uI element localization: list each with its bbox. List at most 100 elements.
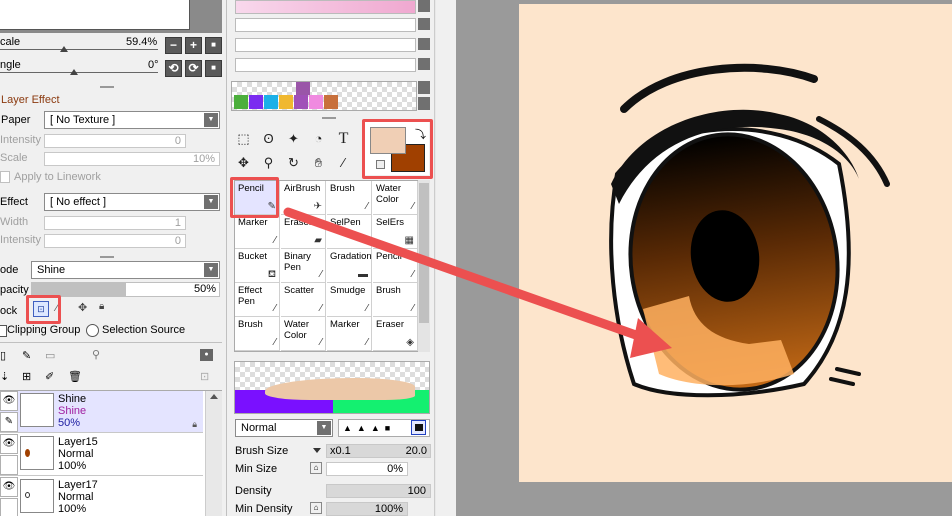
scale-slider-thumb[interactable] xyxy=(60,46,68,52)
color-swatch[interactable] xyxy=(264,95,278,109)
pen-icon[interactable]: ✎ xyxy=(0,412,18,432)
color-swatch[interactable] xyxy=(324,95,338,109)
mini-scroll-3[interactable] xyxy=(418,38,430,50)
mini-scroll-4[interactable] xyxy=(418,58,430,70)
brush-slot[interactable]: Eraser ▰ xyxy=(281,215,326,249)
brush-slot[interactable]: Water Color ⁄ xyxy=(281,317,326,351)
rotate-left-button[interactable]: ⟲ xyxy=(165,60,182,77)
selection-source-radio[interactable] xyxy=(86,324,99,337)
brush-slot[interactable]: Marker ⁄ xyxy=(235,215,280,249)
rectangle-select-icon[interactable]: ⬚ xyxy=(233,128,254,149)
clipping-group-checkbox[interactable] xyxy=(0,325,7,337)
rotate-icon[interactable]: ↻ xyxy=(283,152,304,173)
mini-scroll-2[interactable] xyxy=(418,18,430,30)
lock-move-icon[interactable]: ✥ xyxy=(78,301,87,314)
scale-slider[interactable] xyxy=(0,49,158,50)
color-swatch[interactable] xyxy=(234,95,248,109)
brush-slot[interactable]: Marker ⁄ xyxy=(327,317,372,351)
splitter-handle[interactable] xyxy=(322,117,336,119)
new-linework-layer-icon[interactable]: ✎ xyxy=(22,349,31,362)
density-slider[interactable]: 100 xyxy=(326,484,431,498)
pen-icon[interactable] xyxy=(0,455,18,475)
intensity2-slider[interactable]: 0 xyxy=(44,234,186,248)
swatch-top[interactable] xyxy=(296,82,310,95)
select-pen-icon[interactable]: ◔ xyxy=(308,128,329,149)
hand-icon[interactable]: ✋︎ xyxy=(308,152,329,173)
brush-slot[interactable]: Gradation ▬ xyxy=(327,249,372,283)
lock-icon[interactable]: 🔒︎ xyxy=(99,301,104,312)
brush-slot[interactable]: Binary Pen ⁄ xyxy=(281,249,326,283)
paper-texture-select[interactable]: [ No Texture ] ▼ xyxy=(44,111,220,129)
pen-icon[interactable] xyxy=(0,498,18,516)
move-icon[interactable]: ✥ xyxy=(233,152,254,173)
brush-slot[interactable]: Smudge ⁄ xyxy=(327,283,372,317)
merge-down-icon[interactable]: ⊞ xyxy=(22,370,31,383)
color-slider-4[interactable] xyxy=(235,58,416,72)
brush-blend-select[interactable]: Normal ▼ xyxy=(235,419,333,437)
brush-slot[interactable]: Pencil ⁄ xyxy=(373,249,418,283)
scroll-up-icon[interactable] xyxy=(210,394,218,399)
color-swatch[interactable] xyxy=(249,95,263,109)
brush-slot[interactable]: Scatter ⁄ xyxy=(281,283,326,317)
navigator-preview[interactable] xyxy=(0,0,222,33)
brush-slot[interactable]: SelErs ▦ xyxy=(373,215,418,249)
zoom-icon[interactable]: ⚲ xyxy=(258,152,279,173)
lasso-icon[interactable]: ʘ xyxy=(258,128,279,149)
layer-panel-menu-icon[interactable]: ● xyxy=(200,349,213,361)
brush-slot[interactable]: Brush ⁄ xyxy=(327,181,372,215)
new-folder-icon[interactable]: ▭ xyxy=(45,349,55,362)
brush-slot[interactable]: Brush ⁄ xyxy=(373,283,418,317)
layer-item-shine[interactable]: 👁︎ ✎ Shine Shine 50% 🔒︎ xyxy=(0,391,203,433)
color-swatch[interactable] xyxy=(279,95,293,109)
apply-linework-checkbox[interactable] xyxy=(0,171,10,183)
angle-slider[interactable] xyxy=(0,72,158,73)
color-slider-1[interactable] xyxy=(235,0,416,14)
scale-texture-slider[interactable]: 10% xyxy=(44,152,220,166)
min-density-slider[interactable]: 100% xyxy=(326,502,408,516)
color-slider-2[interactable] xyxy=(235,18,416,32)
brush-slot[interactable]: Effect Pen ⁄ xyxy=(235,283,280,317)
zoom-in-button[interactable]: + xyxy=(185,37,202,54)
color-swatch[interactable] xyxy=(309,95,323,109)
trash-icon[interactable]: 🗑︎ xyxy=(68,370,82,383)
rotate-reset-button[interactable]: ■ xyxy=(205,60,222,77)
brush-slot[interactable]: Brush ⁄ xyxy=(235,317,280,351)
text-tool-icon[interactable]: T xyxy=(333,128,354,149)
brush-slot[interactable]: SelPen ⁄ xyxy=(327,215,372,249)
magic-wand-icon[interactable]: ✦ xyxy=(283,128,304,149)
eye-icon[interactable]: 👁︎ xyxy=(0,391,18,411)
brush-slot[interactable]: AirBrush ✈ xyxy=(281,181,326,215)
canvas-paper[interactable] xyxy=(519,4,952,482)
color-swatch[interactable] xyxy=(294,95,308,109)
transfer-down-icon[interactable]: ⇣ xyxy=(0,370,9,383)
width-slider[interactable]: 1 xyxy=(44,216,186,230)
size-multiplier-chevron-icon[interactable] xyxy=(313,448,321,453)
brush-slot[interactable]: Eraser ◈ xyxy=(373,317,418,351)
min-size-pressure-icon[interactable]: ⌂ xyxy=(310,462,322,474)
brush-slot[interactable]: Bucket ⛾ xyxy=(235,249,280,283)
layer-mask-icon[interactable]: ⚲ xyxy=(92,348,100,361)
effect-select[interactable]: [ No effect ] ▼ xyxy=(44,193,220,211)
zoom-out-button[interactable]: − xyxy=(165,37,182,54)
layer-item-layer17[interactable]: 👁︎ Layer17 Normal 100% xyxy=(0,477,203,516)
intensity-slider[interactable]: 0 xyxy=(44,134,186,148)
brush-shape-square[interactable] xyxy=(411,420,426,435)
layer-item-layer15[interactable]: 👁︎ Layer15 Normal 100% xyxy=(0,434,203,476)
brush-grid-scrollbar[interactable] xyxy=(418,180,430,352)
zoom-reset-button[interactable]: ■ xyxy=(205,37,222,54)
canvas-area[interactable] xyxy=(436,0,952,516)
eyedropper-icon[interactable]: ⁄ xyxy=(333,152,354,173)
rotate-right-button[interactable]: ⟳ xyxy=(185,60,202,77)
layer-list-scrollbar[interactable] xyxy=(205,391,222,516)
eye-icon[interactable]: 👁︎ xyxy=(0,434,18,454)
new-layer-icon[interactable]: ▯ xyxy=(0,349,6,362)
swatch-scroll-up[interactable] xyxy=(418,81,430,94)
clear-layer-icon[interactable]: ✐ xyxy=(45,370,54,383)
brush-size-slider[interactable]: x0.1 20.0 xyxy=(326,444,431,458)
brush-slot[interactable]: Water Color ⁄ xyxy=(373,181,418,215)
eye-icon[interactable]: 👁︎ xyxy=(0,477,18,497)
mini-scroll-up[interactable] xyxy=(418,0,430,12)
min-size-slider[interactable]: 0% xyxy=(326,462,408,476)
min-density-pressure-icon[interactable]: ⌂ xyxy=(310,502,322,514)
splitter-handle[interactable] xyxy=(100,256,114,258)
